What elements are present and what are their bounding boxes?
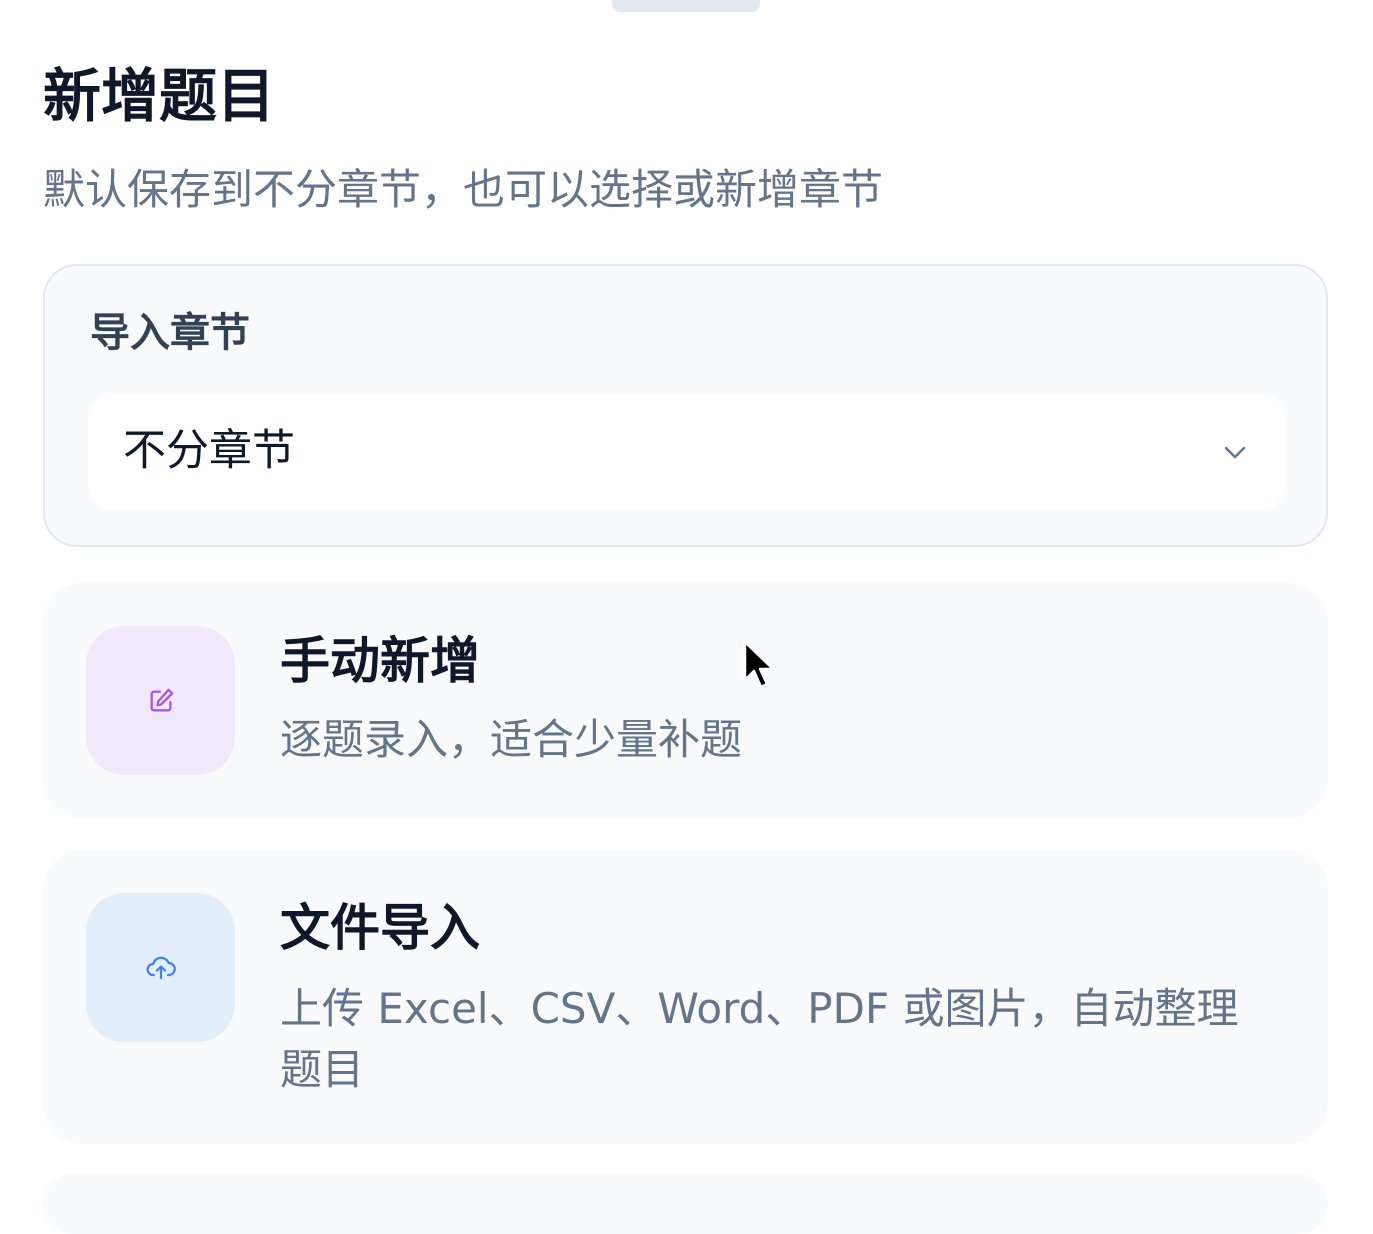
next-option-card[interactable] [43, 1174, 1328, 1234]
manual-add-option[interactable]: 手动新增 逐题录入，适合少量补题 [43, 583, 1328, 818]
chapter-section: 导入章节 不分章节 [43, 264, 1328, 547]
chevron-down-icon [1224, 446, 1246, 459]
manual-add-title: 手动新增 [280, 632, 480, 690]
file-import-option[interactable]: 文件导入 上传 Excel、CSV、Word、PDF 或图片，自动整理题目 [43, 850, 1328, 1144]
chapter-select[interactable]: 不分章节 [88, 393, 1285, 511]
file-import-icon-tile [86, 893, 235, 1042]
edit-icon [150, 688, 173, 711]
cloud-upload-icon [146, 956, 176, 979]
manual-add-description: 逐题录入，适合少量补题 [280, 715, 743, 764]
sheet-title: 新增题目 [43, 62, 276, 130]
chapter-select-value: 不分章节 [123, 426, 295, 476]
add-question-sheet: 新增题目 默认保存到不分章节，也可以选择或新增章节 导入章节 不分章节 手动新增… [0, 0, 1373, 1234]
manual-add-icon-tile [86, 626, 235, 775]
chapter-label: 导入章节 [90, 310, 250, 356]
file-import-title: 文件导入 [280, 899, 480, 957]
sheet-subtitle: 默认保存到不分章节，也可以选择或新增章节 [43, 165, 884, 214]
sheet-drag-handle[interactable] [612, 0, 760, 12]
file-import-description: 上传 Excel、CSV、Word、PDF 或图片，自动整理题目 [280, 984, 1239, 1094]
